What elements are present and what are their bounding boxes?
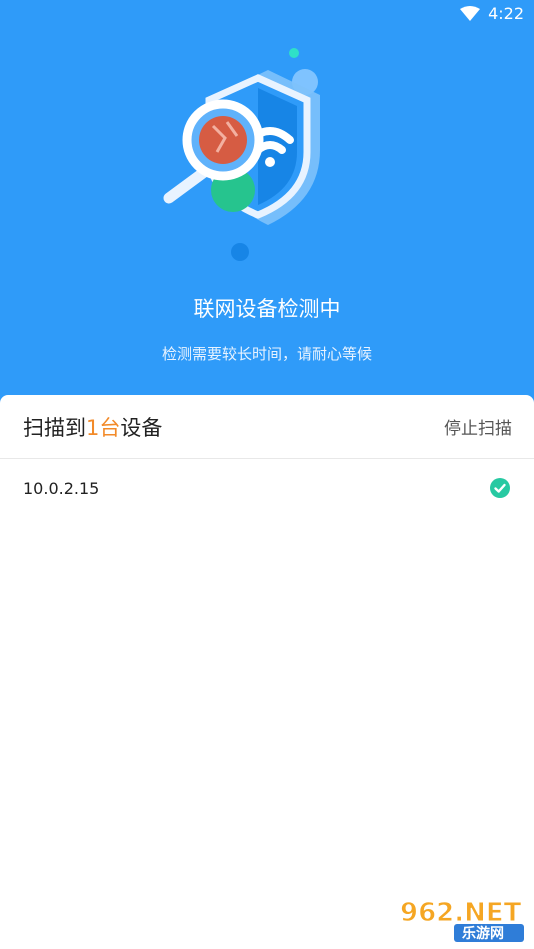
device-ip: 10.0.2.15 xyxy=(23,478,100,498)
found-count: 1台 xyxy=(86,415,121,440)
check-circle-icon xyxy=(490,478,510,498)
watermark-logo: 962.NET 乐游网 xyxy=(400,898,524,942)
found-summary: 扫描到1台设备 xyxy=(23,412,162,442)
results-card: 扫描到1台设备 停止扫描 10.0.2.15 xyxy=(0,395,534,949)
watermark-top: 962.NET xyxy=(400,898,522,928)
scan-hero: 联网设备检测中 检测需要较长时间，请耐心等候 xyxy=(0,0,534,395)
scan-subtitle: 检测需要较长时间，请耐心等候 xyxy=(161,345,372,363)
results-header: 扫描到1台设备 停止扫描 xyxy=(0,395,534,459)
found-prefix: 扫描到 xyxy=(23,415,86,440)
stop-scan-button[interactable]: 停止扫描 xyxy=(444,414,512,439)
scan-title: 联网设备检测中 xyxy=(193,297,341,321)
shield-scan-illustration xyxy=(163,48,320,261)
watermark-bottom: 乐游网 xyxy=(462,925,504,942)
device-row[interactable]: 10.0.2.15 xyxy=(0,459,534,517)
found-suffix: 设备 xyxy=(120,415,163,440)
